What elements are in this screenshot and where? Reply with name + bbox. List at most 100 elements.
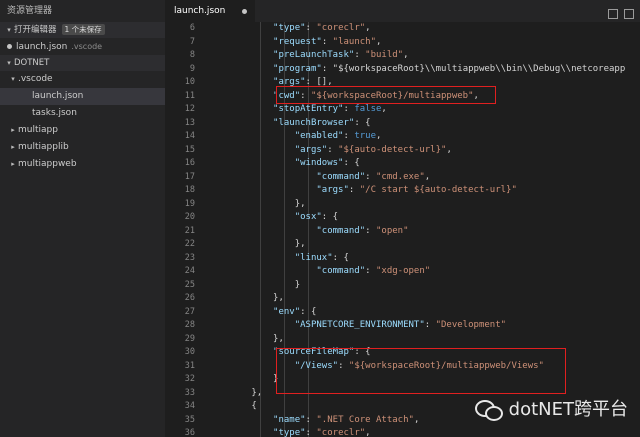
code-line[interactable]: 24 "command": "xdg-open" bbox=[165, 265, 640, 279]
tree-item-multiappweb[interactable]: ▸ multiappweb bbox=[0, 156, 165, 173]
editor-actions bbox=[602, 4, 634, 19]
code-line[interactable]: 20 "osx": { bbox=[165, 211, 640, 225]
highlight-sourcefilemap bbox=[276, 348, 566, 394]
line-text: }, bbox=[208, 198, 306, 209]
line-text: "args": "${auto-detect-url}", bbox=[294, 144, 452, 155]
tree-item-label: multiapplib bbox=[18, 142, 69, 152]
code-line[interactable]: 22 }, bbox=[165, 238, 640, 252]
line-text: }, bbox=[208, 333, 284, 344]
code-line[interactable]: 23 "linux": { bbox=[165, 252, 640, 266]
line-number: 12 bbox=[184, 104, 195, 114]
code-line[interactable]: 25 } bbox=[165, 279, 640, 293]
line-number: 32 bbox=[184, 374, 195, 384]
watermark-text: dotNET跨平台 bbox=[508, 399, 628, 420]
chevron-right-icon: ▸ bbox=[11, 143, 15, 151]
unsaved-dot-icon bbox=[7, 43, 12, 49]
unsaved-dot-icon[interactable] bbox=[242, 9, 247, 14]
tree-item-label: launch.json bbox=[32, 91, 84, 101]
line-number: 30 bbox=[184, 347, 195, 357]
open-editor-filename: launch.json bbox=[16, 42, 68, 52]
code-line[interactable]: 8 "preLaunchTask": "build", bbox=[165, 49, 640, 63]
code-view[interactable]: 6 "type": "coreclr", 7 "request": "launch… bbox=[165, 22, 640, 437]
code-line[interactable]: 21 "command": "open" bbox=[165, 225, 640, 239]
code-line[interactable]: 15 "args": "${auto-detect-url}", bbox=[165, 144, 640, 158]
tree-item-label: tasks.json bbox=[32, 108, 77, 118]
line-number: 25 bbox=[184, 279, 195, 290]
line-text: "name": ".NET Core Attach", bbox=[273, 414, 420, 425]
line-text: "ASPNETCORE_ENVIRONMENT": "Development" bbox=[294, 320, 507, 330]
more-icon[interactable] bbox=[624, 9, 634, 19]
code-line[interactable]: 12 "stopAtEntry": false, bbox=[165, 103, 640, 117]
tree-item-launch-json[interactable]: launch.json bbox=[0, 88, 165, 105]
unsaved-badge: 1 个未保存 bbox=[61, 24, 105, 35]
line-number: 18 bbox=[184, 185, 195, 195]
chevron-right-icon: ▸ bbox=[11, 160, 15, 168]
line-text: "type": "coreclr", bbox=[273, 23, 371, 33]
highlight-cwd bbox=[276, 86, 496, 104]
line-number: 24 bbox=[184, 266, 195, 276]
line-text: "env": { bbox=[273, 306, 317, 317]
line-text: }, bbox=[208, 293, 284, 303]
line-number: 19 bbox=[184, 198, 195, 209]
tab-bar: launch.json bbox=[165, 0, 640, 22]
tree-item-multiapp[interactable]: ▸ multiapp bbox=[0, 122, 165, 139]
chevron-right-icon: ▸ bbox=[11, 126, 15, 134]
line-number: 7 bbox=[189, 36, 195, 47]
line-text: }, bbox=[208, 387, 263, 398]
line-number: 17 bbox=[184, 171, 195, 182]
line-number: 9 bbox=[189, 63, 195, 74]
line-text: "launchBrowser": { bbox=[273, 117, 371, 128]
line-number: 20 bbox=[184, 212, 195, 222]
line-text: }, bbox=[208, 239, 306, 249]
tree-item-label: multiapp bbox=[18, 125, 58, 135]
open-editors-header[interactable]: ▾ 打开编辑器 1 个未保存 bbox=[0, 22, 165, 38]
code-line[interactable]: 16 "windows": { bbox=[165, 157, 640, 171]
line-number: 11 bbox=[184, 90, 195, 101]
wechat-logo-icon bbox=[474, 398, 503, 421]
line-number: 22 bbox=[184, 239, 195, 249]
code-line[interactable]: 7 "request": "launch", bbox=[165, 36, 640, 50]
line-text: "enabled": true, bbox=[294, 131, 382, 141]
line-number: 23 bbox=[184, 252, 195, 263]
line-number: 6 bbox=[189, 23, 195, 33]
tree-item-vscode[interactable]: ▾ .vscode bbox=[0, 71, 165, 88]
line-text: "type": "coreclr", bbox=[273, 428, 371, 437]
code-line[interactable]: 27 "env": { bbox=[165, 306, 640, 320]
chevron-down-icon: ▾ bbox=[7, 26, 11, 34]
code-line[interactable]: 9 "program": "${workspaceRoot}\\multiapp… bbox=[165, 63, 640, 77]
code-line[interactable]: 6 "type": "coreclr", bbox=[165, 22, 640, 36]
chevron-down-icon: ▾ bbox=[7, 59, 11, 67]
tree-item-multiapplib[interactable]: ▸ multiapplib bbox=[0, 139, 165, 156]
code-line[interactable]: 13 "launchBrowser": { bbox=[165, 117, 640, 131]
line-text: { bbox=[208, 401, 257, 411]
line-number: 21 bbox=[184, 225, 195, 236]
line-number: 35 bbox=[184, 414, 195, 425]
code-line[interactable]: 26 }, bbox=[165, 292, 640, 306]
line-text: "command": "open" bbox=[316, 225, 409, 236]
line-number: 33 bbox=[184, 387, 195, 398]
line-number: 10 bbox=[184, 77, 195, 87]
line-text: "stopAtEntry": false, bbox=[273, 104, 387, 114]
code-line[interactable]: 29 }, bbox=[165, 333, 640, 347]
line-text: "program": "${workspaceRoot}\\multiappwe… bbox=[273, 63, 626, 74]
code-line[interactable]: 17 "command": "cmd.exe", bbox=[165, 171, 640, 185]
code-line[interactable]: 28 "ASPNETCORE_ENVIRONMENT": "Developmen… bbox=[165, 319, 640, 333]
tree-item-label: multiappweb bbox=[18, 159, 77, 169]
tree-item-tasks-json[interactable]: tasks.json bbox=[0, 105, 165, 122]
code-line[interactable]: 18 "args": "/C start ${auto-detect-url}" bbox=[165, 184, 640, 198]
open-editor-item[interactable]: launch.json .vscode bbox=[0, 38, 165, 55]
split-editor-icon[interactable] bbox=[608, 9, 618, 19]
code-line[interactable]: 19 }, bbox=[165, 198, 640, 212]
line-number: 8 bbox=[189, 50, 195, 60]
line-number: 27 bbox=[184, 306, 195, 317]
line-number: 34 bbox=[184, 401, 195, 411]
open-editors-label: 打开编辑器 bbox=[14, 25, 57, 35]
line-text: "request": "launch", bbox=[273, 36, 382, 47]
line-number: 26 bbox=[184, 293, 195, 303]
watermark: dotNET跨平台 bbox=[474, 395, 628, 421]
code-line[interactable]: 14 "enabled": true, bbox=[165, 130, 640, 144]
folder-header[interactable]: ▾ DOTNET bbox=[0, 55, 165, 71]
line-text: "command": "xdg-open" bbox=[316, 266, 431, 276]
code-line[interactable]: 36 "type": "coreclr", bbox=[165, 427, 640, 437]
tab-launch-json[interactable]: launch.json bbox=[165, 0, 255, 22]
